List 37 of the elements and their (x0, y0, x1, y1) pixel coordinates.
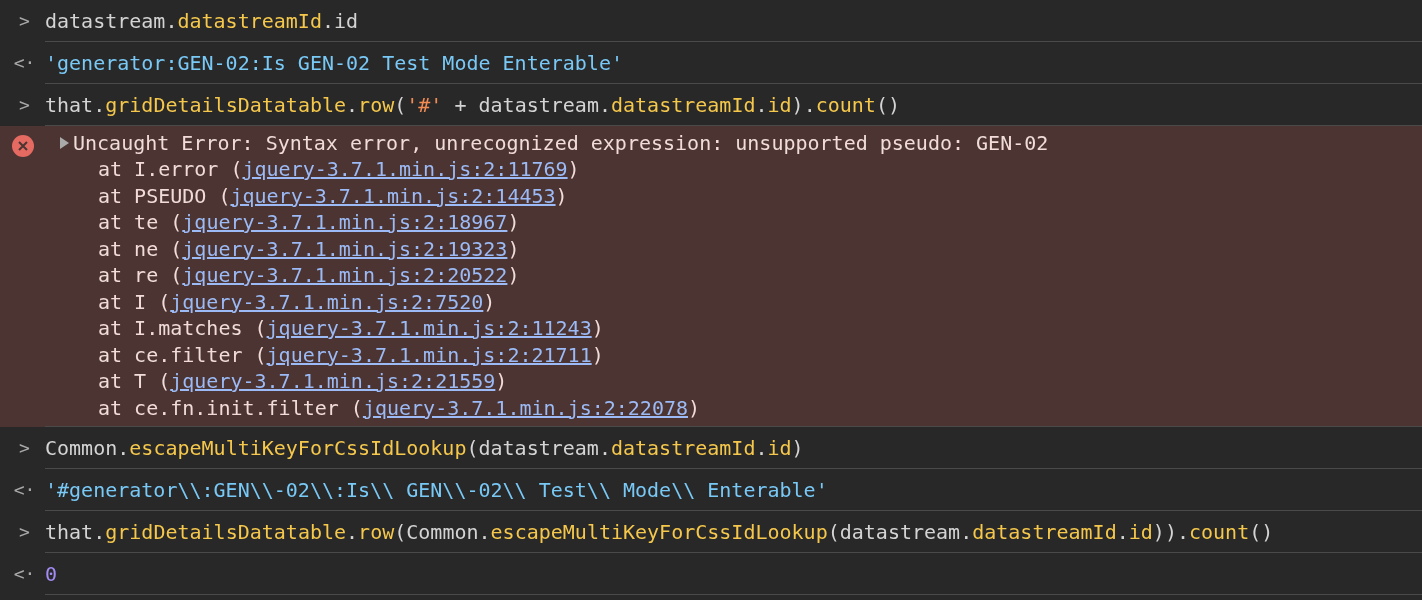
code-text: Common.escapeMultiKeyForCssIdLookup(datastream.datastreamId.id) (45, 435, 804, 461)
stack-frame: at ne (jquery-3.7.1.min.js:2:19323) (45, 235, 1049, 262)
result-text: 0 (45, 561, 58, 587)
stack-frame: at ce.filter (jquery-3.7.1.min.js:2:21711) (45, 341, 1049, 368)
source-link[interactable]: jquery-3.7.1.min.js:2:21711 (266, 342, 592, 367)
prompt-icon: > (15, 8, 30, 34)
source-link[interactable]: jquery-3.7.1.min.js:2:14453 (230, 183, 556, 208)
prompt-icon: > (15, 435, 30, 461)
result-text: '#generator\\:GEN\\-02\\:Is\\ GEN\\-02\\ Test\\ Mode\\ Enterable' (45, 477, 828, 503)
stack-frame: at re (jquery-3.7.1.min.js:2:20522) (45, 262, 1049, 289)
code-text: that.gridDetailsDatatable.row('#' + datastream.datastreamId.id).count() (45, 92, 900, 118)
source-link[interactable]: jquery-3.7.1.min.js:2:21559 (170, 369, 496, 393)
source-link[interactable]: jquery-3.7.1.min.js:2:7520 (170, 289, 484, 314)
stack-frame: at T (jquery-3.7.1.min.js:2:21559) (45, 368, 1049, 395)
prompt-icon: > (15, 92, 30, 118)
source-link[interactable]: jquery-3.7.1.min.js:2:18967 (182, 210, 508, 234)
code-text: datastream.datastreamId.id (45, 8, 359, 34)
stack-frame: at I.matches (jquery-3.7.1.min.js:2:11243) (45, 315, 1049, 342)
source-link[interactable]: jquery-3.7.1.min.js:2:20522 (182, 263, 508, 287)
result-prompt-icon: <· (9, 50, 36, 76)
result-prompt-icon: <· (9, 477, 36, 503)
stack-frame: at te (jquery-3.7.1.min.js:2:18967) (45, 209, 1049, 236)
stack-frame: at PSEUDO (jquery-3.7.1.min.js:2:14453) (45, 182, 1049, 209)
collapsed-triangle-icon[interactable] (57, 136, 71, 150)
result-prompt-icon: <· (9, 561, 36, 587)
source-link[interactable]: jquery-3.7.1.min.js:2:19323 (182, 236, 508, 261)
code-text: that.gridDetailsDatatable.row(Common.escapeMultiKeyForCssIdLookup(datastream.datastreamId.id)).count() (45, 519, 1274, 545)
result-text: 'generator:GEN-02:Is GEN-02 Test Mode Enterable' (45, 50, 623, 76)
stack-frame: at ce.fn.init.filter (jquery-3.7.1.min.js:2:22078) (45, 394, 1049, 421)
source-link[interactable]: jquery-3.7.1.min.js:2:11243 (266, 316, 592, 340)
source-link[interactable]: jquery-3.7.1.min.js:2:22078 (362, 395, 688, 420)
error-message: Uncaught Error: Syntax error, unrecognized expression: unsupported pseudo: GEN-02 (73, 130, 1049, 156)
stack-frame: at I (jquery-3.7.1.min.js:2:7520) (45, 288, 1049, 315)
prompt-icon: > (15, 519, 30, 545)
stack-frame: at I.error (jquery-3.7.1.min.js:2:11769) (45, 156, 1049, 183)
error-icon (11, 135, 34, 157)
source-link[interactable]: jquery-3.7.1.min.js:2:11769 (242, 157, 568, 181)
